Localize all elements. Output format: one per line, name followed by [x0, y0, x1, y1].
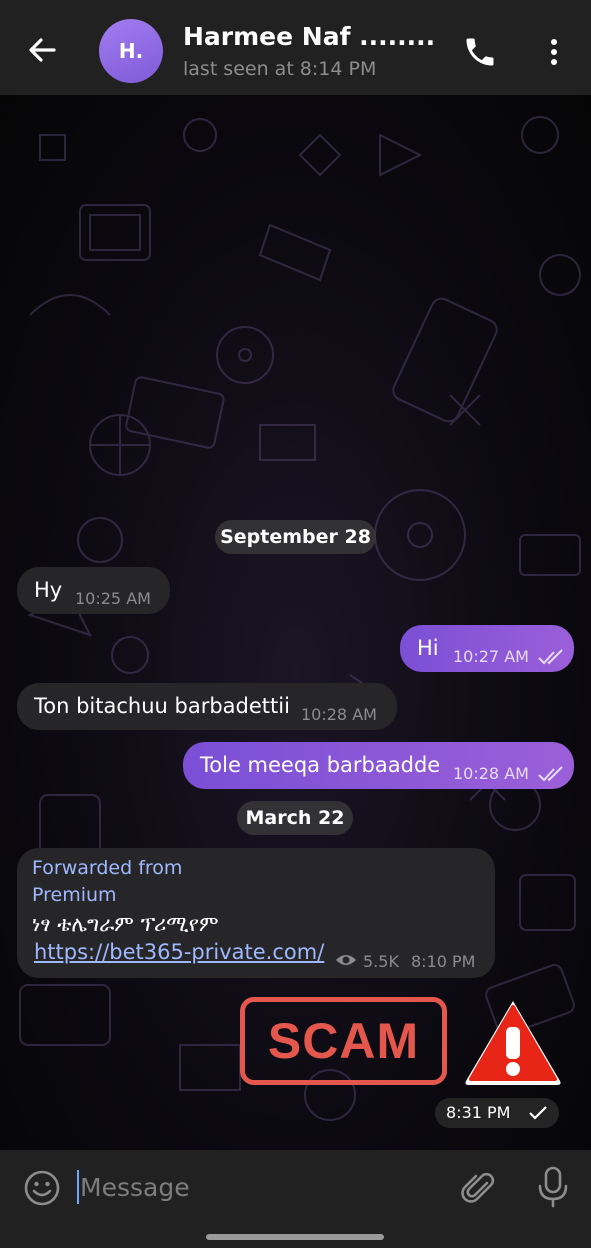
message-text: Hy [34, 578, 63, 602]
attach-icon[interactable] [460, 1169, 498, 1207]
message-text: Ton bitachuu barbadettii [34, 694, 290, 718]
wallpaper-doodles [19, 116, 581, 1121]
message-text: Tole meeqa barbaadde [200, 753, 441, 777]
text-cursor [77, 1170, 79, 1204]
message-time: 10:25 AM [75, 589, 151, 608]
emoji-icon[interactable] [23, 1169, 61, 1207]
message-time: 10:28 AM [301, 705, 377, 724]
incoming-message[interactable]: Hy 10:25 AM [17, 567, 170, 614]
outgoing-message[interactable]: Tole meeqa barbaadde 10:28 AM [183, 742, 574, 789]
message-time: 10:27 AM [453, 647, 529, 666]
avatar[interactable]: H. [99, 19, 163, 83]
warning-icon [465, 1001, 561, 1085]
microphone-icon[interactable] [536, 1166, 570, 1208]
views-eye-icon [336, 955, 356, 965]
incoming-message[interactable]: Ton bitachuu barbadettii 10:28 AM [17, 683, 397, 730]
contact-name[interactable]: Harmee Naf ........ [183, 22, 435, 51]
outgoing-message[interactable]: Hi 10:27 AM [400, 625, 574, 672]
scam-stamp[interactable]: SCAM [240, 997, 447, 1085]
date-separator: March 22 [237, 801, 353, 835]
chat-header: H. Harmee Naf ........ last seen at 8:14… [0, 0, 591, 95]
home-indicator[interactable] [206, 1234, 384, 1240]
scam-label: SCAM [267, 1013, 420, 1069]
message-text: Hi [417, 636, 439, 660]
message-time: 10:28 AM [453, 764, 529, 783]
forwarded-source[interactable]: Premium [32, 884, 117, 906]
back-arrow-icon[interactable] [24, 32, 60, 68]
message-time: 8:31 PM [446, 1103, 511, 1122]
last-seen-status: last seen at 8:14 PM [183, 58, 377, 80]
forwarded-message[interactable]: Forwarded from Premium ነፃ ቴሌግራም ፕሪሚየም ht… [17, 848, 495, 978]
avatar-initials: H. [118, 39, 144, 63]
double-check-icon [538, 649, 563, 665]
views-count: 5.5K [363, 952, 399, 971]
message-link[interactable]: https://bet365-private.com/ [34, 940, 324, 964]
chat-area[interactable]: September 28 Hy 10:25 AM Hi 10:27 AM Ton… [0, 95, 591, 1150]
message-time: 8:10 PM [411, 952, 476, 971]
message-text: ነፃ ቴሌግራም ፕሪሚየም [32, 912, 219, 936]
date-separator: September 28 [215, 520, 376, 554]
phone-icon[interactable] [462, 34, 498, 70]
more-vert-icon[interactable] [540, 34, 568, 70]
sticker-timestamp: 8:31 PM [435, 1098, 559, 1128]
message-input-bar [0, 1150, 591, 1248]
forwarded-from-label: Forwarded from [32, 857, 183, 879]
check-icon [529, 1106, 547, 1120]
message-input[interactable] [80, 1168, 440, 1206]
double-check-icon [538, 766, 563, 782]
